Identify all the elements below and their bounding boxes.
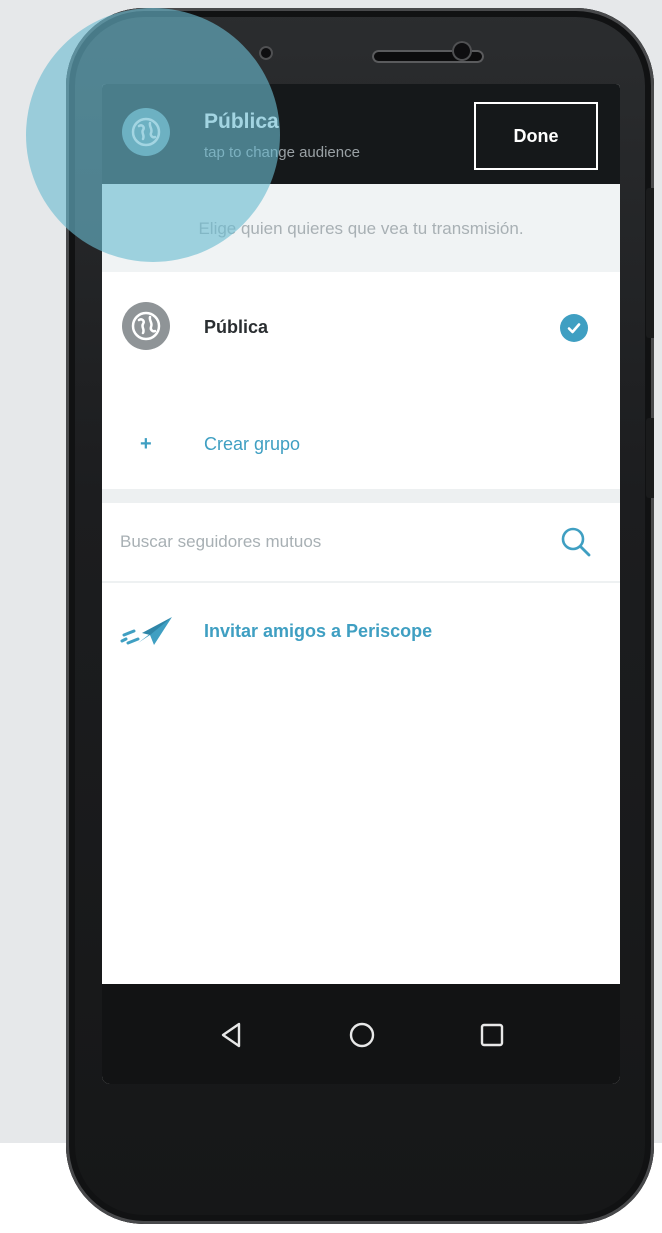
audience-header[interactable]: Pública tap to change audience Done [102, 84, 620, 184]
done-button[interactable]: Done [474, 102, 598, 170]
globe-icon [122, 108, 170, 156]
app-screen: Pública tap to change audience Done Elig… [102, 84, 620, 1084]
power-button [646, 418, 654, 498]
invite-friends-row[interactable]: Invitar amigos a Periscope [102, 589, 620, 669]
audience-option-publica[interactable]: Pública [102, 272, 620, 382]
search-row [102, 503, 620, 583]
back-icon[interactable] [217, 1020, 247, 1050]
search-icon[interactable] [558, 524, 594, 560]
front-camera [452, 41, 472, 61]
audience-title: Pública [204, 110, 279, 133]
section-divider [102, 489, 620, 503]
audience-option-label: Pública [204, 317, 269, 337]
globe-icon [122, 302, 170, 350]
recents-icon[interactable] [477, 1020, 507, 1050]
hint-text: Elige quien quieres que vea tu transmisi… [198, 219, 524, 238]
create-group-row[interactable]: + Crear grupo [102, 394, 620, 484]
check-icon [560, 314, 588, 342]
home-icon[interactable] [347, 1020, 377, 1050]
volume-button [646, 188, 654, 338]
plus-icon: + [140, 433, 152, 455]
paper-plane-icon [120, 617, 172, 645]
android-nav-bar [102, 984, 620, 1084]
sensor-dot [259, 46, 273, 60]
invite-friends-label: Invitar amigos a Periscope [204, 621, 433, 641]
create-group-label: Crear grupo [204, 434, 301, 454]
search-input[interactable] [120, 527, 520, 557]
audience-subtitle: tap to change audience [204, 144, 360, 161]
hint-banner: Elige quien quieres que vea tu transmisi… [102, 184, 620, 272]
